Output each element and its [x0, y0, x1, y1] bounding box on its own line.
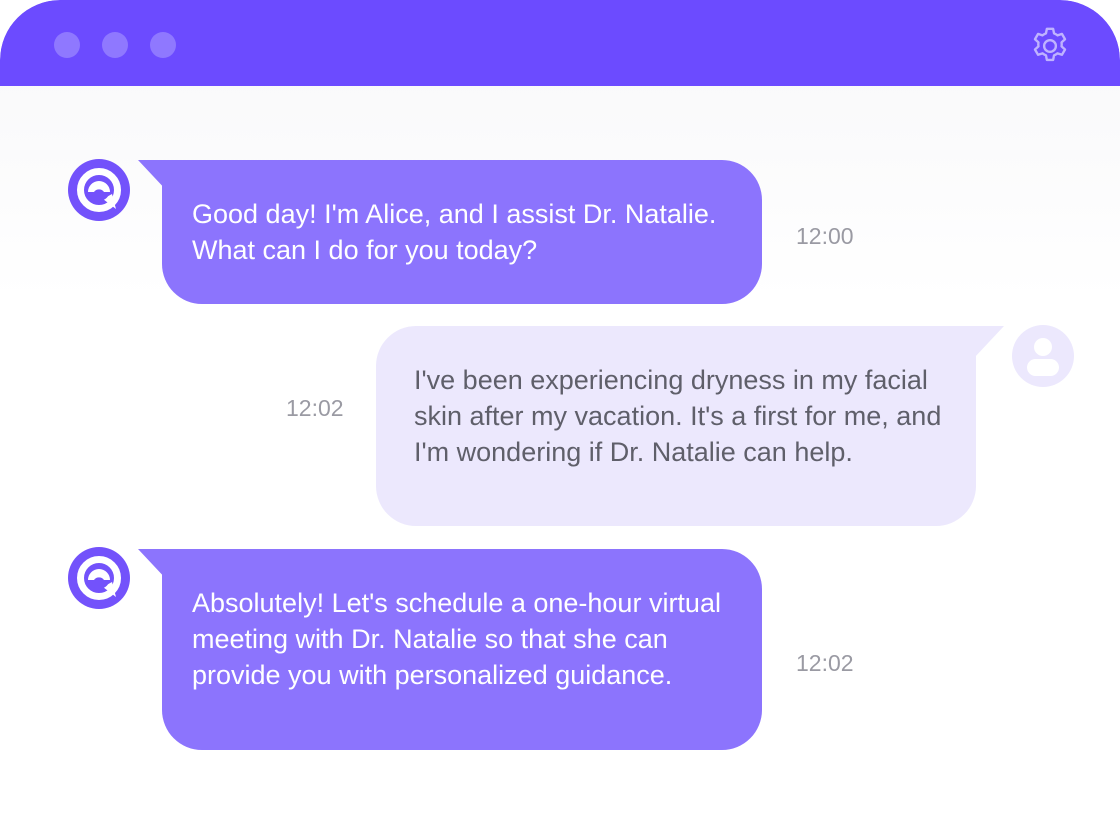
chat-window: Good day! I'm Alice, and I assist Dr. Na…	[0, 0, 1120, 834]
user-message-bubble: I've been experiencing dryness in my fac…	[376, 326, 976, 526]
window-titlebar	[0, 0, 1120, 86]
chat-bubble-logo-icon	[68, 547, 130, 609]
message-text: Absolutely! Let's schedule a one-hour vi…	[192, 588, 721, 690]
window-dot-icon[interactable]	[54, 32, 80, 58]
gear-icon[interactable]	[1028, 24, 1072, 68]
bubble-tail	[974, 326, 1004, 358]
message-timestamp: 12:02	[796, 650, 854, 676]
window-dot-icon[interactable]	[102, 32, 128, 58]
user-avatar-icon	[1012, 325, 1074, 387]
window-dot-icon[interactable]	[150, 32, 176, 58]
chat-bubble-logo-icon	[68, 159, 130, 221]
message-text: I've been experiencing dryness in my fac…	[414, 365, 942, 467]
message-text: Good day! I'm Alice, and I assist Dr. Na…	[192, 199, 717, 265]
message-timestamp: 12:00	[796, 223, 854, 249]
bot-message-bubble: Good day! I'm Alice, and I assist Dr. Na…	[162, 160, 762, 304]
message-timestamp: 12:02	[286, 395, 344, 421]
bot-message-bubble: Absolutely! Let's schedule a one-hour vi…	[162, 549, 762, 750]
